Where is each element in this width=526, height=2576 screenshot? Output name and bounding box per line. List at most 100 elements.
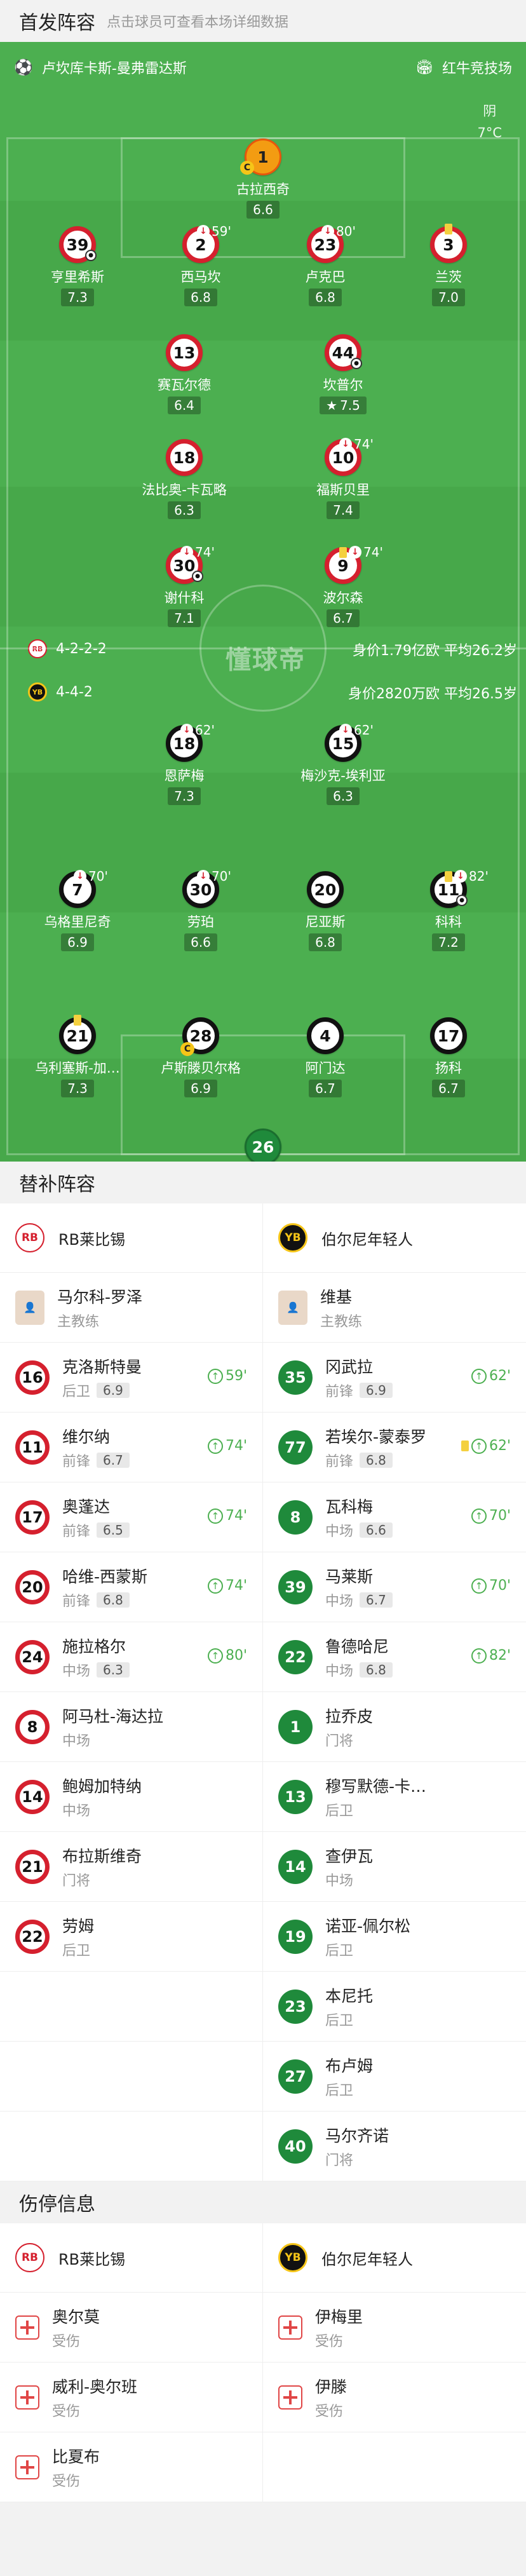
- sub-info: 瓦科梅 中场 6.6: [325, 1495, 393, 1540]
- home-logo-icon: RB: [15, 1223, 44, 1252]
- sub-out-icon: ↓: [74, 870, 86, 883]
- player-away[interactable]: 26冯鲍尔莫斯6.4: [199, 1129, 327, 1162]
- sub-rating: 6.8: [360, 1662, 393, 1678]
- sub-player-home[interactable]: 8 阿马杜-海达拉 中场: [0, 1692, 263, 1761]
- yellow-card-icon: [445, 871, 452, 882]
- sub-out-icon: ↓: [180, 724, 193, 736]
- sub-rating: 6.9: [97, 1382, 130, 1398]
- player-home[interactable]: 23 ↓ 80' 卢克巴 6.8: [262, 224, 389, 306]
- player-away[interactable]: 18 ↓ 62' 恩萨梅 7.3: [121, 722, 248, 805]
- sub-player-away[interactable]: 19 诺亚-佩尔松 后卫: [263, 1902, 526, 1971]
- sub-position-line: 后卫 6.9: [62, 1380, 142, 1400]
- sub-position-line: 后卫: [325, 2009, 373, 2030]
- sub-position: 中场: [325, 1873, 354, 1889]
- sub-player-away[interactable]: 13 穆写默德-卡… 后卫: [263, 1762, 526, 1831]
- sub-position: 门将: [62, 1873, 91, 1889]
- sub-player-away[interactable]: 35 冈武拉 前锋 6.9 ↑ 62': [263, 1343, 526, 1412]
- sub-player-home[interactable]: 14 鲍姆加特纳 中场: [0, 1762, 263, 1831]
- player-home[interactable]: 18 法比奥-卡瓦略 6.3: [121, 439, 248, 519]
- player-home[interactable]: 9 ↓ 74' 波尔森 6.7: [280, 545, 407, 627]
- player-number: 39: [66, 235, 89, 254]
- sub-player-home[interactable]: 20 哈维-西蒙斯 前锋 6.8 ↑ 74': [0, 1552, 263, 1622]
- sub-player-away[interactable]: 23 本尼托 后卫: [263, 1972, 526, 2041]
- sub-player-away[interactable]: 77 若埃尔-蒙泰罗 前锋 6.8 ↑ 62': [263, 1413, 526, 1482]
- sub-player-away[interactable]: 40 马尔齐诺 门将: [263, 2112, 526, 2181]
- coach-name: 马尔科-罗泽: [57, 1287, 143, 1306]
- player-home[interactable]: 10 ↓ 74' 福斯贝里 7.4: [280, 437, 407, 519]
- home-coach[interactable]: 👤 马尔科-罗泽 主教练: [0, 1273, 263, 1342]
- sub-row: 21 布拉斯维奇 门将 14 查伊瓦 中场: [0, 1832, 526, 1902]
- sub-name: 布拉斯维奇: [62, 1847, 142, 1866]
- sub-position-line: 门将: [325, 2149, 389, 2169]
- injury-away[interactable]: 伊梅里 受伤: [263, 2293, 526, 2362]
- sub-player-home[interactable]: 24 施拉格尔 中场 6.3 ↑ 80': [0, 1622, 263, 1691]
- player-away[interactable]: 11 ● ↓ 82' 科科 7.2: [385, 869, 512, 951]
- injury-row: 威利-奥尔班 受伤 伊滕 受伤: [0, 2362, 526, 2432]
- sub-row: 17 奥蓬达 前锋 6.5 ↑ 74' 8 瓦科梅 中场 6.6 ↑ 70': [0, 1482, 526, 1552]
- player-rating: 7.4: [327, 501, 360, 519]
- home-team-name: RB莱比锡: [58, 2250, 126, 2268]
- sub-player-home: [0, 1972, 263, 2041]
- sub-player-home[interactable]: 11 维尔纳 前锋 6.7 ↑ 74': [0, 1413, 263, 1482]
- subs-panel: RB RB莱比锡 YB 伯尔尼年轻人 👤 马尔科-罗泽 主教练 👤 维基 主教练…: [0, 1203, 526, 2181]
- sub-list: 16 克洛斯特曼 后卫 6.9 ↑ 59' 35 冈武拉 前锋 6.9 ↑ 62' 11 维尔纳 前锋 6.7…: [0, 1343, 526, 2181]
- sub-rating: 6.7: [360, 1592, 393, 1608]
- sub-name: 拉乔皮: [325, 1707, 374, 1726]
- sub-player-home[interactable]: 16 克洛斯特曼 后卫 6.9 ↑ 59': [0, 1343, 263, 1412]
- player-name: 福斯贝里: [316, 482, 370, 498]
- injury-away-team: YB 伯尔尼年轻人: [263, 2223, 526, 2292]
- player-away[interactable]: 15 ↓ 62' 梅沙克-埃利亚 6.3: [280, 722, 407, 805]
- sub-name: 布卢姆: [325, 2056, 374, 2075]
- sub-player-home[interactable]: 21 布拉斯维奇 门将: [0, 1832, 263, 1901]
- injury-away[interactable]: 伊滕 受伤: [263, 2362, 526, 2432]
- sub-position-line: 中场 6.7: [325, 1590, 393, 1610]
- sub-position-line: 中场 6.6: [325, 1520, 393, 1540]
- sub-player-away[interactable]: 22 鲁德哈尼 中场 6.8 ↑ 82': [263, 1622, 526, 1691]
- injury-status: 受伤: [52, 2403, 81, 2420]
- sub-player-home[interactable]: 22 劳姆 后卫: [0, 1902, 263, 1971]
- sub-minute: 59': [212, 224, 231, 239]
- player-away[interactable]: 28 C 卢斯滕贝尔格 6.9: [137, 1017, 264, 1097]
- player-home[interactable]: 13 赛瓦尔德 6.4: [121, 334, 248, 414]
- star-icon: ★: [326, 398, 338, 413]
- player-away[interactable]: 7 ↓ 70' 乌格里尼奇 6.9: [14, 869, 141, 951]
- sub-player-away[interactable]: 27 布卢姆 后卫: [263, 2042, 526, 2111]
- player-away[interactable]: 30 ↓ 70' 劳珀 6.6: [137, 869, 264, 951]
- player-away[interactable]: 20 尼亚斯 6.8: [262, 871, 389, 951]
- player-home[interactable]: 2 ↓ 59' 西马坎 6.8: [137, 224, 264, 306]
- player-events: ↓ 74': [180, 545, 215, 560]
- player-away[interactable]: 4 阿门达 6.7: [262, 1017, 389, 1097]
- player-name: 乌利塞斯-加…: [35, 1061, 120, 1076]
- away-coach[interactable]: 👤 维基 主教练: [263, 1273, 526, 1342]
- sub-player-home[interactable]: 17 奥蓬达 前锋 6.5 ↑ 74': [0, 1482, 263, 1552]
- injury-home[interactable]: 奥尔莫 受伤: [0, 2293, 263, 2362]
- sub-number: 14: [278, 1849, 313, 1884]
- sub-row: 23 本尼托 后卫: [0, 1972, 526, 2042]
- injury-icon: [278, 2385, 302, 2410]
- sub-player-away[interactable]: 8 瓦科梅 中场 6.6 ↑ 70': [263, 1482, 526, 1552]
- player-name: 西马坎: [180, 269, 221, 285]
- sub-player-away[interactable]: 1 拉乔皮 门将: [263, 1692, 526, 1761]
- injury-home[interactable]: 比夏布 受伤: [0, 2432, 263, 2502]
- sub-in-icon: ↑: [471, 1438, 487, 1454]
- player-away[interactable]: 17 扬科 6.7: [385, 1017, 512, 1097]
- sub-out-icon: ↓: [197, 225, 210, 238]
- player-home[interactable]: 44 ● 坎普尔 ★ 7.5: [280, 334, 407, 414]
- sub-rating: 6.7: [97, 1452, 130, 1468]
- away-team-name: 伯尔尼年轻人: [321, 1230, 413, 1249]
- player-away[interactable]: 21 乌利塞斯-加… 7.3: [14, 1015, 141, 1097]
- sub-position-line: 中场 6.3: [62, 1660, 130, 1680]
- player-home[interactable]: 30 ● ↓ 74' 谢什科 7.1: [121, 545, 248, 627]
- injury-home[interactable]: 威利-奥尔班 受伤: [0, 2362, 263, 2432]
- player-home[interactable]: 3 兰茨 7.0: [385, 224, 512, 306]
- sub-position: 后卫: [62, 1383, 91, 1400]
- player-rating: 7.2: [432, 933, 465, 951]
- sub-minute: 62': [195, 722, 215, 738]
- sub-player-away[interactable]: 39 马莱斯 中场 6.7 ↑ 70': [263, 1552, 526, 1622]
- stadium-name: 红牛竞技场: [442, 61, 512, 77]
- player-home[interactable]: 39 ● 亨里希斯 7.3: [14, 226, 141, 306]
- player-home[interactable]: 1 C 古拉西奇 6.6: [199, 139, 327, 219]
- goal-ball-icon: ●: [192, 571, 203, 582]
- player-events: ↓ 59': [197, 224, 231, 239]
- sub-player-away[interactable]: 14 查伊瓦 中场: [263, 1832, 526, 1901]
